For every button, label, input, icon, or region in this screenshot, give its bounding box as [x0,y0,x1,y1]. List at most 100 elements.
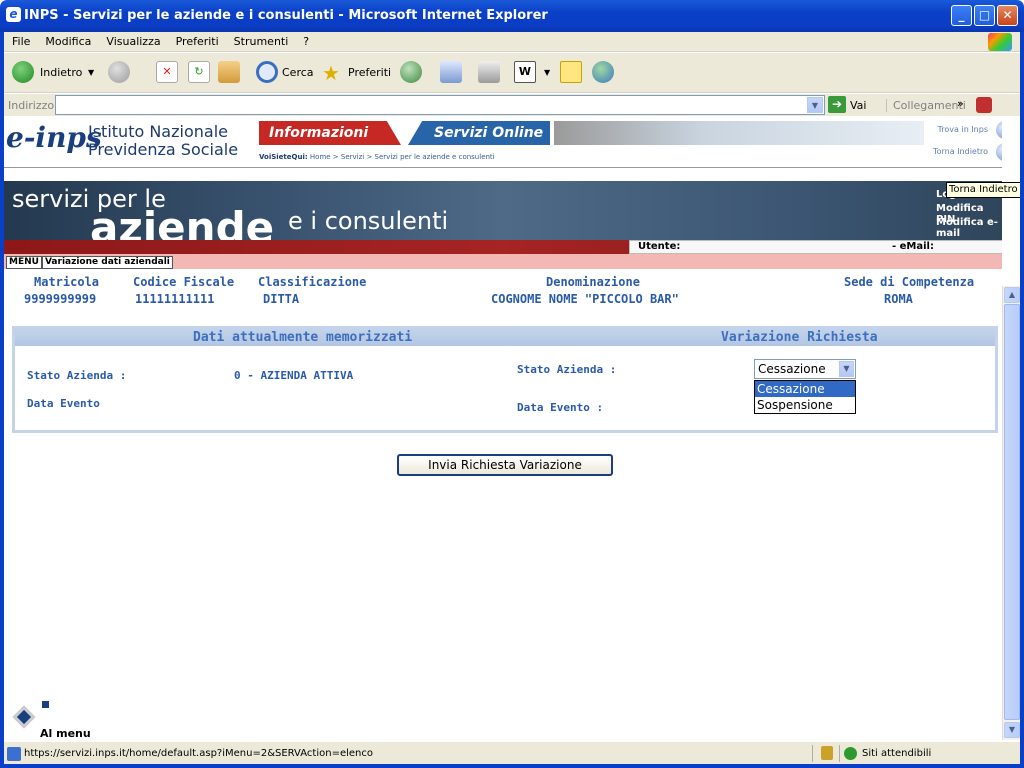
val-denominazione: COGNOME NOME "PICCOLO BAR" [491,292,679,306]
val-sede: ROMA [884,292,913,306]
edit-dropdown-icon[interactable]: ▼ [544,61,550,85]
stato-select[interactable]: Cessazione ▼ [754,359,856,379]
stato-label: Stato Azienda : [27,369,127,382]
breadcrumb-label: VoiSieteQui: [259,153,308,161]
val-matricola: 9999999999 [24,292,97,306]
go-arrow-icon[interactable]: ➔ [828,96,846,113]
status-separator-2 [839,745,840,762]
menu-help[interactable]: ? [295,32,316,48]
refresh-icon[interactable]: ↻ [188,61,210,83]
institute-line2: Previdenza Sociale [88,140,239,159]
tab-menu[interactable]: MENU [6,256,42,269]
header-image-strip [554,121,924,145]
home-diamond-icon [12,705,36,729]
institute-name: Istituto Nazionale Previdenza Sociale [88,123,238,159]
current-data-title: Dati attualmente memorizzati [193,330,413,345]
menu-visualizza[interactable]: Visualizza [98,32,167,48]
breadcrumb-path[interactable]: Home > Servizi > Servizi per le aziende … [310,153,495,161]
home-link[interactable]: Al menu principale [8,699,134,740]
back-dropdown-icon[interactable]: ▼ [88,61,94,85]
windows-logo-icon [988,33,1012,51]
banner-line3: e i consulenti [288,207,449,235]
val-classificazione: DITTA [263,292,300,306]
requested-change-title: Variazione Richiesta [721,330,878,345]
option-cessazione[interactable]: Cessazione [755,381,855,397]
page-content: e-inps Istituto Nazionale Previdenza Soci… [4,117,1002,740]
modify-email-link[interactable]: Modifica e-mail [936,217,1002,239]
stato-value: 0 - AZIENDA ATTIVA [234,369,354,382]
menu-file[interactable]: File [4,32,37,48]
back-icon[interactable] [996,143,1002,161]
header-divider [4,167,1002,168]
links-button[interactable]: Collegamenti [886,99,966,112]
select-dropdown-icon[interactable]: ▼ [839,361,854,377]
vertical-scrollbar[interactable]: ▲ ▼ [1002,286,1020,740]
word-edit-icon[interactable]: W [514,61,536,83]
panel-header: Dati attualmente memorizzati Variazione … [15,329,995,346]
banner: servizi per le aziende e i consulenti Lo… [4,181,1002,269]
menu-strumenti[interactable]: Strumenti [226,32,296,48]
mail-icon[interactable] [440,61,462,83]
scroll-up-icon[interactable]: ▲ [1004,287,1020,303]
discuss-icon[interactable] [560,61,582,83]
home-icon[interactable] [218,61,240,83]
window-title: INPS - Servizi per le aziende e i consul… [24,8,548,23]
home-label[interactable]: Al menu principale [40,727,134,740]
stato-req-label: Stato Azienda : [517,363,617,376]
zone-label: Siti attendibili [862,748,932,759]
history-icon[interactable] [400,61,422,83]
favorites-star-icon[interactable]: ★ [322,61,340,85]
back-button[interactable]: Indietro [40,61,82,85]
acrobat-icon[interactable] [976,97,992,113]
minimize-button[interactable]: _ [951,5,972,26]
status-separator [812,745,813,762]
tab-informazioni[interactable]: Informazioni [259,121,401,145]
inps-header: e-inps Istituto Nazionale Previdenza Soci… [4,117,1002,168]
data-req-label: Data Evento : [517,401,604,414]
col-sede: Sede di Competenza [844,275,975,289]
lock-icon [821,746,833,760]
stop-icon[interactable]: ✕ [156,61,178,83]
user-info-box: Utente: - eMail: [629,240,1002,254]
links-chevron-icon[interactable]: » [957,97,964,110]
search-icon[interactable] [256,61,278,83]
back-arrow-icon[interactable] [12,61,34,83]
scroll-thumb[interactable] [1004,304,1020,720]
go-button[interactable]: Vai [850,99,866,112]
tab-variazione[interactable]: Variazione dati aziendali [41,256,173,269]
address-bar: Indirizzo ▼ ➔ Vai Collegamenti » [4,94,1020,116]
stato-select-value: Cessazione [758,362,826,376]
print-icon[interactable] [478,61,500,83]
maximize-button[interactable]: □ [974,5,995,26]
page-tabs: MENU Variazione dati aziendali [6,256,173,269]
data-evento-label: Data Evento [27,397,100,410]
tab-servizi-online[interactable]: Servizi Online [408,121,550,145]
address-label: Indirizzo [8,99,55,112]
status-url: https://servizi.inps.it/home/default.asp… [24,748,373,759]
search-button[interactable]: Cerca [282,61,314,85]
tooltip: Torna Indietro [946,182,1021,198]
find-link[interactable]: Trova in Inps [924,125,988,134]
messenger-icon[interactable] [592,61,614,83]
stato-options-list: Cessazione Sospensione [754,380,856,414]
email-label: - eMail: [892,241,934,252]
page-icon [7,747,21,761]
user-label: Utente: [638,241,681,252]
col-codice-fiscale: Codice Fiscale [133,275,235,289]
close-button[interactable]: ✕ [997,5,1018,26]
address-dropdown-icon[interactable]: ▼ [807,97,823,113]
submit-button[interactable]: Invia Richiesta Variazione [397,454,613,476]
favorites-button[interactable]: Preferiti [348,61,391,85]
breadcrumb: VoiSieteQui: Home > Servizi > Servizi pe… [259,153,495,161]
toolbar: Indietro ▼ ✕ ↻ Cerca ★ Preferiti W ▼ [4,53,1020,93]
scroll-down-icon[interactable]: ▼ [1004,722,1020,738]
title-bar: e INPS - Servizi per le aziende e i cons… [0,0,1024,32]
menu-preferiti[interactable]: Preferiti [168,32,226,48]
forward-arrow-icon[interactable] [108,61,130,83]
val-codice-fiscale: 11111111111 [135,292,215,306]
address-input[interactable]: ▼ [55,95,825,115]
option-sospensione[interactable]: Sospensione [755,397,855,413]
find-icon[interactable] [996,121,1002,139]
back-link[interactable]: Torna Indietro [924,147,988,156]
menu-modifica[interactable]: Modifica [37,32,98,48]
